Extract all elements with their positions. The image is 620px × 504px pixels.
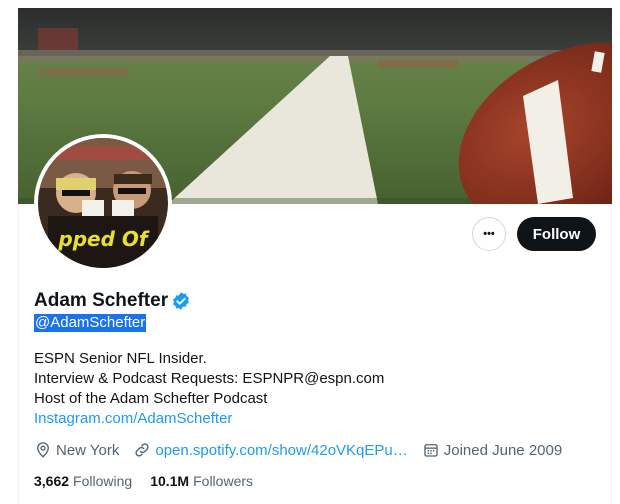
location: New York <box>34 441 119 459</box>
followers-count-link[interactable]: 10.1M Followers <box>150 473 253 489</box>
display-name: Adam Schefter <box>34 290 169 311</box>
join-date-text: Joined June 2009 <box>443 441 563 459</box>
more-options-button[interactable]: ••• <box>472 217 506 251</box>
follow-stats: 3,662 Following 10.1M Followers <box>34 473 271 489</box>
following-label: Following <box>73 473 133 489</box>
following-count: 3,662 <box>34 473 70 489</box>
profile-meta: New York open.spotify.com/show/42oVKqEPu… <box>34 441 576 459</box>
bio-line: Interview & Podcast Requests: ESPNPR@esp… <box>34 370 385 387</box>
avatar-image: pped Of <box>38 138 168 268</box>
followers-count: 10.1M <box>150 473 190 489</box>
calendar-icon <box>424 444 438 457</box>
link-icon <box>135 443 149 457</box>
location-text: New York <box>56 441 120 459</box>
website-link[interactable]: open.spotify.com/show/42oVKqEPu… <box>155 442 407 459</box>
follow-button[interactable]: Follow <box>517 217 596 251</box>
user-handle[interactable]: @AdamSchefter <box>34 314 147 332</box>
more-icon: ••• <box>483 228 495 240</box>
website[interactable]: open.spotify.com/show/42oVKqEPu… <box>133 441 408 459</box>
following-count-link[interactable]: 3,662 Following <box>34 473 132 489</box>
location-pin-icon <box>37 442 49 458</box>
bio-instagram-link[interactable]: Instagram.com/AdamSchefter <box>34 409 384 429</box>
follow-label: Follow <box>532 225 581 243</box>
followers-label: Followers <box>193 473 254 489</box>
bio-line: ESPN Senior NFL Insider. <box>34 350 207 367</box>
avatar[interactable]: pped Of <box>34 134 172 272</box>
bio-line: Host of the Adam Schefter Podcast <box>34 390 268 407</box>
bio: ESPN Senior NFL Insider. Interview & Pod… <box>34 349 384 429</box>
join-date: Joined June 2009 <box>422 441 562 459</box>
avatar-text: pped Of <box>57 227 149 251</box>
verified-badge-icon[interactable] <box>171 291 191 311</box>
profile-name-row: Adam Schefter <box>34 290 191 312</box>
